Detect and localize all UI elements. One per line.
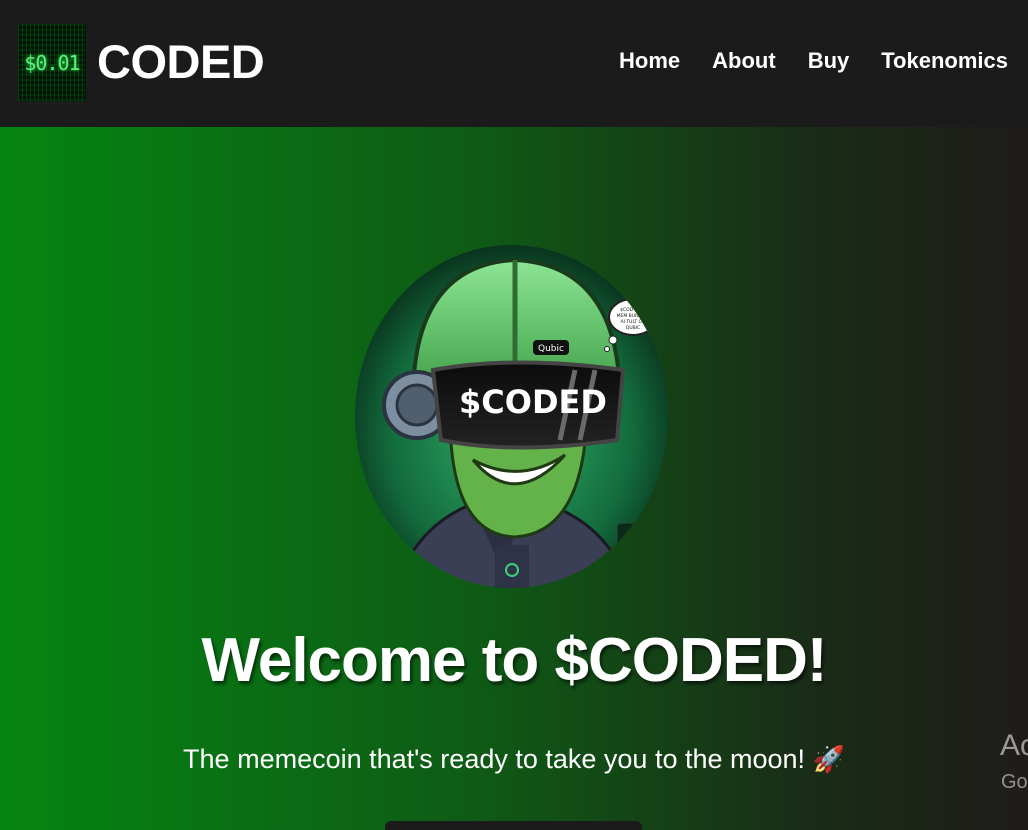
hero-section: Qubic $CODED $COD COIN MEM BUILT ON AI T…	[0, 127, 1028, 830]
nav-buy-link[interactable]: Buy	[808, 48, 850, 74]
hero-cta-button[interactable]	[385, 821, 642, 830]
svg-text:$COD COIN: $COD COIN	[620, 307, 646, 313]
main-nav: Home About Buy Tokenomics	[619, 48, 1008, 74]
svg-text:$CODED: $CODED	[459, 383, 607, 421]
svg-text:QUBIC: QUBIC	[626, 325, 640, 331]
nav-home-link[interactable]: Home	[619, 48, 680, 74]
hero-subtitle: The memecoin that's ready to take you to…	[0, 744, 1028, 775]
rocket-icon: 🚀	[812, 744, 845, 774]
activation-watermark-subtitle: Go	[1001, 771, 1028, 793]
mascot-image: Qubic $CODED $COD COIN MEM BUILT ON AI T…	[355, 245, 668, 588]
hero-title: Welcome to $CODED!	[201, 626, 827, 695]
nav-tokenomics-link[interactable]: Tokenomics	[881, 48, 1008, 74]
logo-price-text: $0.01	[24, 50, 80, 75]
svg-text:AI TULT ON: AI TULT ON	[621, 319, 646, 325]
brand-name[interactable]: CODED	[97, 34, 265, 89]
alien-mascot-illustration: Qubic $CODED $COD COIN MEM BUILT ON AI T…	[355, 245, 668, 588]
svg-text:Qubic: Qubic	[538, 344, 564, 354]
activation-watermark-title: Ac	[1000, 729, 1028, 762]
site-header: $0.01 CODED Home About Buy Tokenomics	[0, 0, 1028, 127]
hero-subtitle-text: The memecoin that's ready to take you to…	[183, 744, 806, 774]
svg-text:MEM BUILT ON: MEM BUILT ON	[617, 313, 650, 319]
logo[interactable]: $0.01	[18, 24, 86, 101]
nav-about-link[interactable]: About	[712, 48, 776, 74]
